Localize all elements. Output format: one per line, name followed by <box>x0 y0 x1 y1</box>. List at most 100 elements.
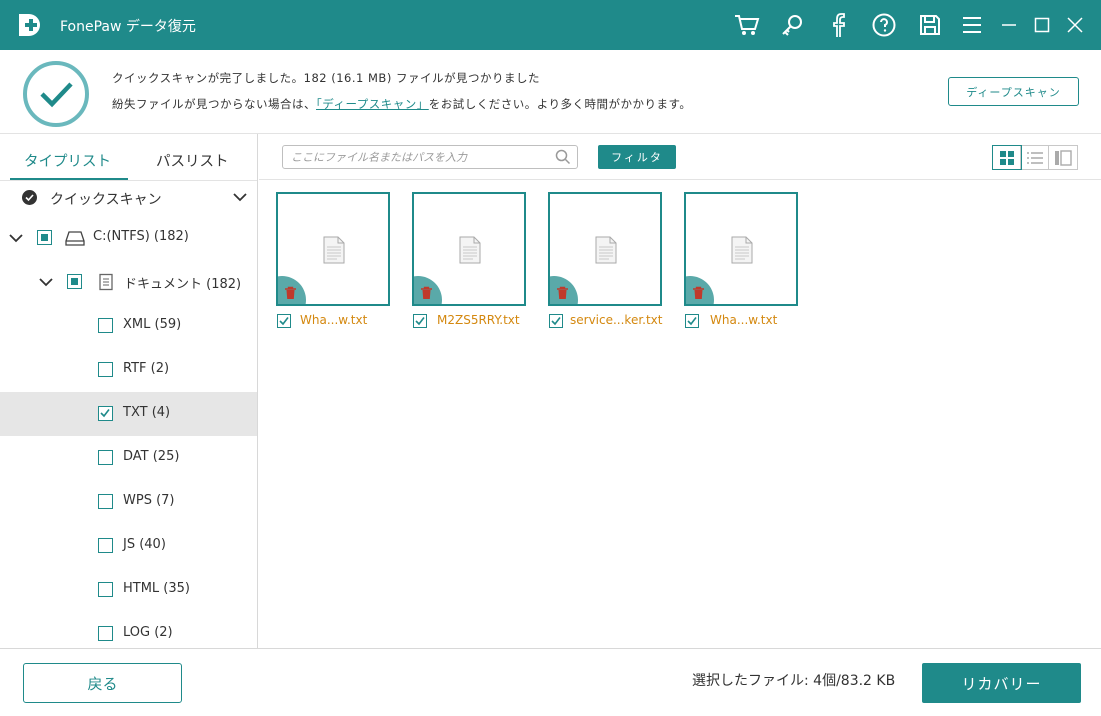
check-icon <box>415 317 425 326</box>
quick-scan-status-icon <box>22 190 37 205</box>
recover-button[interactable]: リカバリー <box>922 663 1081 703</box>
sidebar: タイプリスト パスリスト クイックスキャン C:(NTFS) (182) ドキュ… <box>0 134 258 648</box>
chevron-down-icon[interactable] <box>8 230 24 246</box>
tab-path-list[interactable]: パスリスト <box>156 150 229 171</box>
drive-icon <box>65 231 85 246</box>
chevron-down-icon[interactable] <box>38 274 54 290</box>
check-icon <box>100 409 110 418</box>
tree-checkbox[interactable] <box>67 274 82 289</box>
file-checkbox[interactable] <box>413 314 427 328</box>
scan-result-text: クイックスキャンが完了しました。182 (16.1 MB) ファイルが見つかりま… <box>112 71 540 85</box>
check-icon <box>279 317 289 326</box>
tree-checkbox[interactable] <box>98 582 113 597</box>
tree-checkbox[interactable] <box>98 406 113 421</box>
help-icon[interactable] <box>869 10 899 40</box>
tree-item-js[interactable]: JS (40) <box>0 524 257 568</box>
trash-icon[interactable] <box>556 286 569 300</box>
view-mode-switch <box>992 145 1078 170</box>
tree-item-drive[interactable]: C:(NTFS) (182) <box>0 216 257 260</box>
delete-badge[interactable] <box>414 276 442 304</box>
file-card[interactable] <box>548 192 662 306</box>
footer-bar: 戻る 選択したファイル: 4個/83.2 KB リカバリー <box>0 648 1101 716</box>
minimize-icon[interactable] <box>994 10 1024 40</box>
tree-item-label: ドキュメント (182) <box>124 277 242 292</box>
tree-item-log[interactable]: LOG (2) <box>0 612 257 648</box>
quick-scan-selector[interactable]: クイックスキャン <box>0 180 257 214</box>
tree-checkbox[interactable] <box>98 494 113 509</box>
tree-checkbox[interactable] <box>98 362 113 377</box>
search-icon[interactable] <box>555 149 571 165</box>
tree-item-rtf[interactable]: RTF (2) <box>0 348 257 392</box>
trash-icon[interactable] <box>692 286 705 300</box>
file-name[interactable]: M2ZS5RRY.txt <box>437 313 520 327</box>
tab-type-list[interactable]: タイプリスト <box>24 150 111 171</box>
maximize-icon[interactable] <box>1027 10 1057 40</box>
text-file-icon <box>459 236 481 264</box>
detail-view-icon[interactable] <box>1049 146 1077 169</box>
delete-badge[interactable] <box>278 276 306 304</box>
trash-icon[interactable] <box>284 286 297 300</box>
cart-icon[interactable] <box>732 10 762 40</box>
tree-item-label: RTF (2) <box>123 361 170 376</box>
file-checkbox[interactable] <box>277 314 291 328</box>
facebook-icon[interactable] <box>823 10 853 40</box>
key-icon[interactable] <box>777 10 807 40</box>
scan-status-panel: クイックスキャンが完了しました。182 (16.1 MB) ファイルが見つかりま… <box>0 50 1101 134</box>
text-file-icon <box>731 236 753 264</box>
check-icon <box>687 317 697 326</box>
tree-item-txt[interactable]: TXT (4) <box>0 392 257 436</box>
save-icon[interactable] <box>915 10 945 40</box>
file-checkbox[interactable] <box>549 314 563 328</box>
selected-files-summary: 選択したファイル: 4個/83.2 KB <box>692 673 896 689</box>
list-view-icon[interactable] <box>1021 146 1049 169</box>
back-button[interactable]: 戻る <box>23 663 182 703</box>
chevron-down-icon[interactable] <box>232 191 248 203</box>
tree-checkbox[interactable] <box>98 450 113 465</box>
tree-item-xml[interactable]: XML (59) <box>0 304 257 348</box>
title-bar: FonePaw データ復元 <box>0 0 1101 50</box>
tree-item-label: TXT (4) <box>123 405 171 420</box>
file-name[interactable]: Wha...w.txt <box>300 313 367 327</box>
tree-checkbox[interactable] <box>98 626 113 641</box>
hint-prefix: 紛失ファイルが見つからない場合は、 <box>112 97 316 111</box>
tree-item-label: XML (59) <box>123 317 182 332</box>
check-icon <box>551 317 561 326</box>
close-icon[interactable] <box>1060 10 1090 40</box>
tree-item-label: DAT (25) <box>123 449 180 464</box>
search-box[interactable] <box>282 145 578 169</box>
tree-checkbox[interactable] <box>37 230 52 245</box>
file-card[interactable] <box>412 192 526 306</box>
document-icon <box>99 273 113 291</box>
tree-checkbox[interactable] <box>98 538 113 553</box>
filter-button[interactable]: フィルタ <box>598 145 676 169</box>
quick-scan-label: クイックスキャン <box>50 192 162 208</box>
grid-view-icon[interactable] <box>992 145 1022 170</box>
tree-checkbox[interactable] <box>98 318 113 333</box>
scan-complete-icon <box>23 61 89 127</box>
tree-item-label: LOG (2) <box>123 625 173 640</box>
deep-scan-link[interactable]: 「ディープスキャン」 <box>316 97 429 111</box>
file-name[interactable]: service...ker.txt <box>570 313 663 327</box>
tree-item-label: HTML (35) <box>123 581 190 596</box>
deep-scan-button[interactable]: ディープスキャン <box>948 77 1079 106</box>
tree-item-documents[interactable]: ドキュメント (182) <box>0 260 257 304</box>
search-input[interactable] <box>291 149 551 165</box>
tree-item-wps[interactable]: WPS (7) <box>0 480 257 524</box>
delete-badge[interactable] <box>550 276 578 304</box>
file-card[interactable] <box>684 192 798 306</box>
deep-scan-hint: 紛失ファイルが見つからない場合は、「ディープスキャン」をお試しください。より多く… <box>112 96 691 112</box>
sidebar-tabs: タイプリスト パスリスト <box>0 134 257 180</box>
file-toolbar: フィルタ <box>259 134 1101 180</box>
file-name[interactable]: Wha...w.txt <box>710 313 777 327</box>
file-card[interactable] <box>276 192 390 306</box>
tree-item-html[interactable]: HTML (35) <box>0 568 257 612</box>
hint-suffix: をお試しください。より多く時間がかかります。 <box>428 97 692 111</box>
tree-item-dat[interactable]: DAT (25) <box>0 436 257 480</box>
tree-item-label: JS (40) <box>123 537 166 552</box>
delete-badge[interactable] <box>686 276 714 304</box>
app-title: FonePaw データ復元 <box>60 19 196 35</box>
trash-icon[interactable] <box>420 286 433 300</box>
menu-icon[interactable] <box>957 10 987 40</box>
text-file-icon <box>323 236 345 264</box>
file-checkbox[interactable] <box>685 314 699 328</box>
